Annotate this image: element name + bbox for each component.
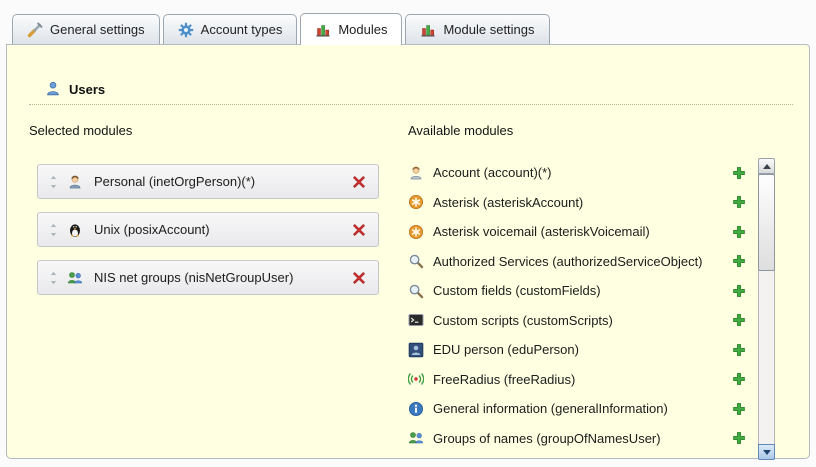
asterisk-icon — [408, 224, 424, 240]
available-module-row: Asterisk voicemail (asteriskVoicemail) — [408, 217, 749, 247]
available-module-row: Custom scripts (customScripts) — [408, 306, 749, 336]
tools-icon — [27, 22, 43, 38]
tab-account-types[interactable]: Account types — [163, 14, 298, 44]
module-columns: Personal (inetOrgPerson)(*) Unix (posixAc… — [29, 138, 809, 460]
scroll-up-button[interactable] — [758, 158, 775, 174]
add-module-button[interactable] — [731, 342, 747, 358]
account-icon — [408, 165, 424, 181]
add-module-button[interactable] — [731, 430, 747, 446]
available-modules-list: Account (account)(*) Asterisk (asteriskAc… — [408, 138, 749, 453]
available-module-label: Account (account)(*) — [433, 165, 731, 180]
tab-bar: General settings Account types Modules Modu… — [12, 13, 550, 44]
available-module-row: General information (generalInformation) — [408, 394, 749, 424]
modules-icon — [315, 22, 331, 38]
gear-icon — [178, 22, 194, 38]
edu-person-icon — [408, 342, 424, 358]
available-module-label: General information (generalInformation) — [433, 401, 731, 416]
scrollbar-track[interactable] — [758, 174, 775, 444]
add-module-button[interactable] — [731, 283, 747, 299]
group-icon — [67, 270, 83, 286]
asterisk-icon — [408, 194, 424, 210]
scrollbar-thumb[interactable] — [758, 174, 775, 271]
info-icon — [408, 401, 424, 417]
add-module-button[interactable] — [731, 401, 747, 417]
tab-label: General settings — [50, 22, 145, 37]
magnifier-icon — [408, 253, 424, 269]
available-modules-area: Account (account)(*) Asterisk (asteriskAc… — [408, 138, 809, 460]
drag-handle-icon[interactable] — [49, 222, 58, 238]
column-headings: Selected modules Available modules — [29, 123, 809, 138]
up-arrow-icon — [763, 164, 771, 169]
scroll-down-button[interactable] — [758, 444, 775, 460]
available-module-row: Custom fields (customFields) — [408, 276, 749, 306]
available-modules-scrollbar[interactable] — [758, 158, 775, 460]
add-module-button[interactable] — [731, 224, 747, 240]
add-module-button[interactable] — [731, 194, 747, 210]
available-module-label: Custom scripts (customScripts) — [433, 313, 731, 328]
drag-handle-icon[interactable] — [49, 174, 58, 190]
remove-module-button[interactable] — [351, 174, 367, 190]
users-icon — [45, 81, 61, 97]
add-module-button[interactable] — [731, 165, 747, 181]
tab-label: Module settings — [443, 22, 534, 37]
available-modules-heading: Available modules — [408, 123, 513, 138]
available-module-row: Asterisk (asteriskAccount) — [408, 188, 749, 218]
available-module-label: Asterisk voicemail (asteriskVoicemail) — [433, 224, 731, 239]
tab-label: Account types — [201, 22, 283, 37]
selected-modules-list: Personal (inetOrgPerson)(*) Unix (posixAc… — [29, 138, 408, 308]
selected-module-label: NIS net groups (nisNetGroupUser) — [94, 270, 351, 285]
selected-modules-heading: Selected modules — [29, 123, 408, 138]
available-module-row: Groups of names (groupOfNamesUser) — [408, 424, 749, 454]
tux-icon — [67, 222, 83, 238]
magnifier-icon — [408, 283, 424, 299]
available-module-row: Account (account)(*) — [408, 158, 749, 188]
selected-module-label: Personal (inetOrgPerson)(*) — [94, 174, 351, 189]
selected-module-row: NIS net groups (nisNetGroupUser) — [37, 260, 379, 295]
available-module-label: EDU person (eduPerson) — [433, 342, 731, 357]
available-module-row: EDU person (eduPerson) — [408, 335, 749, 365]
tab-module-settings[interactable]: Module settings — [405, 14, 549, 44]
remove-module-button[interactable] — [351, 222, 367, 238]
available-module-label: Groups of names (groupOfNamesUser) — [433, 431, 731, 446]
module-settings-icon — [420, 22, 436, 38]
drag-handle-icon[interactable] — [49, 270, 58, 286]
remove-module-button[interactable] — [351, 270, 367, 286]
add-module-button[interactable] — [731, 371, 747, 387]
group-icon — [408, 430, 424, 446]
add-module-button[interactable] — [731, 312, 747, 328]
users-section-header: Users — [29, 81, 793, 105]
person-icon — [67, 174, 83, 190]
terminal-icon — [408, 312, 424, 328]
selected-module-row: Unix (posixAccount) — [37, 212, 379, 247]
tab-label: Modules — [338, 22, 387, 37]
add-module-button[interactable] — [731, 253, 747, 269]
selected-module-label: Unix (posixAccount) — [94, 222, 351, 237]
tab-modules[interactable]: Modules — [300, 13, 402, 45]
tab-general-settings[interactable]: General settings — [12, 14, 160, 44]
modules-panel: Users Selected modules Available modules… — [6, 44, 810, 459]
down-arrow-icon — [763, 450, 771, 455]
antenna-icon — [408, 371, 424, 387]
available-module-row: Authorized Services (authorizedServiceOb… — [408, 247, 749, 277]
available-module-label: Custom fields (customFields) — [433, 283, 731, 298]
available-module-label: FreeRadius (freeRadius) — [433, 372, 731, 387]
available-module-label: Authorized Services (authorizedServiceOb… — [433, 254, 731, 269]
selected-module-row: Personal (inetOrgPerson)(*) — [37, 164, 379, 199]
available-module-label: Asterisk (asteriskAccount) — [433, 195, 731, 210]
users-section-title: Users — [69, 82, 105, 97]
available-module-row: FreeRadius (freeRadius) — [408, 365, 749, 395]
